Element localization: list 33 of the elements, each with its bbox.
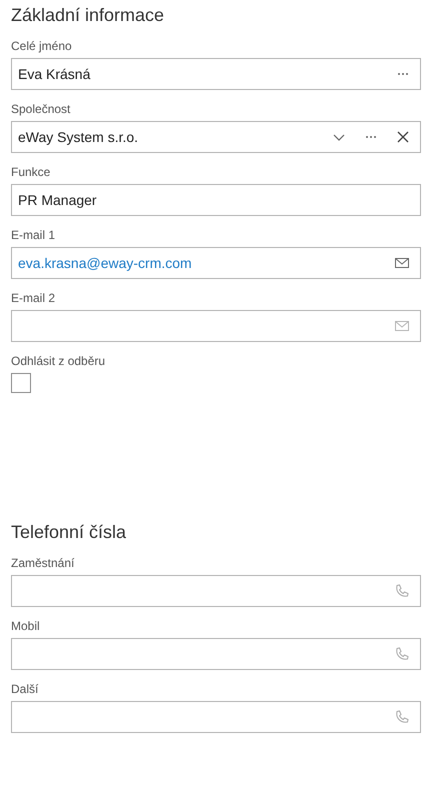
input-field[interactable]: PR Manager xyxy=(11,184,421,216)
input-field[interactable]: eva.krasna@eway-crm.com xyxy=(11,247,421,279)
email-link[interactable]: eva.krasna@eway-crm.com xyxy=(18,252,375,274)
field-label: Další xyxy=(11,681,40,697)
close-icon[interactable] xyxy=(397,131,409,143)
phone-icon xyxy=(395,710,409,724)
field-label: Celé jméno xyxy=(11,38,73,54)
chevron-down-icon[interactable] xyxy=(333,134,345,140)
field-value: Eva Krásná xyxy=(18,64,92,84)
field-label: Zaměstnání xyxy=(11,555,76,571)
field-label: E-mail 2 xyxy=(11,290,56,306)
section-title: Telefonní čísla xyxy=(11,521,128,544)
input-field[interactable]: Eva Krásná xyxy=(11,58,421,90)
input-field[interactable] xyxy=(11,310,421,342)
envelope-icon xyxy=(395,321,409,331)
more-icon[interactable] xyxy=(365,135,377,139)
checkbox[interactable] xyxy=(11,373,31,393)
field-label: E-mail 1 xyxy=(11,227,56,243)
field-value: PR Manager xyxy=(18,190,98,210)
phone-icon xyxy=(395,584,409,598)
field-label: Společnost xyxy=(11,101,72,117)
phone-icon xyxy=(395,647,409,661)
input-field[interactable] xyxy=(11,701,421,733)
input-field[interactable]: eWay System s.r.o. xyxy=(11,121,421,153)
field-value: eWay System s.r.o. xyxy=(18,128,140,147)
field-label: Odhlásit z odběru xyxy=(11,353,106,369)
field-label: Mobil xyxy=(11,618,41,634)
section-title: Základní informace xyxy=(11,4,166,27)
field-label: Funkce xyxy=(11,164,52,180)
input-field[interactable] xyxy=(11,638,421,670)
input-field[interactable] xyxy=(11,575,421,607)
envelope-icon xyxy=(395,258,409,268)
more-icon[interactable] xyxy=(397,72,409,76)
